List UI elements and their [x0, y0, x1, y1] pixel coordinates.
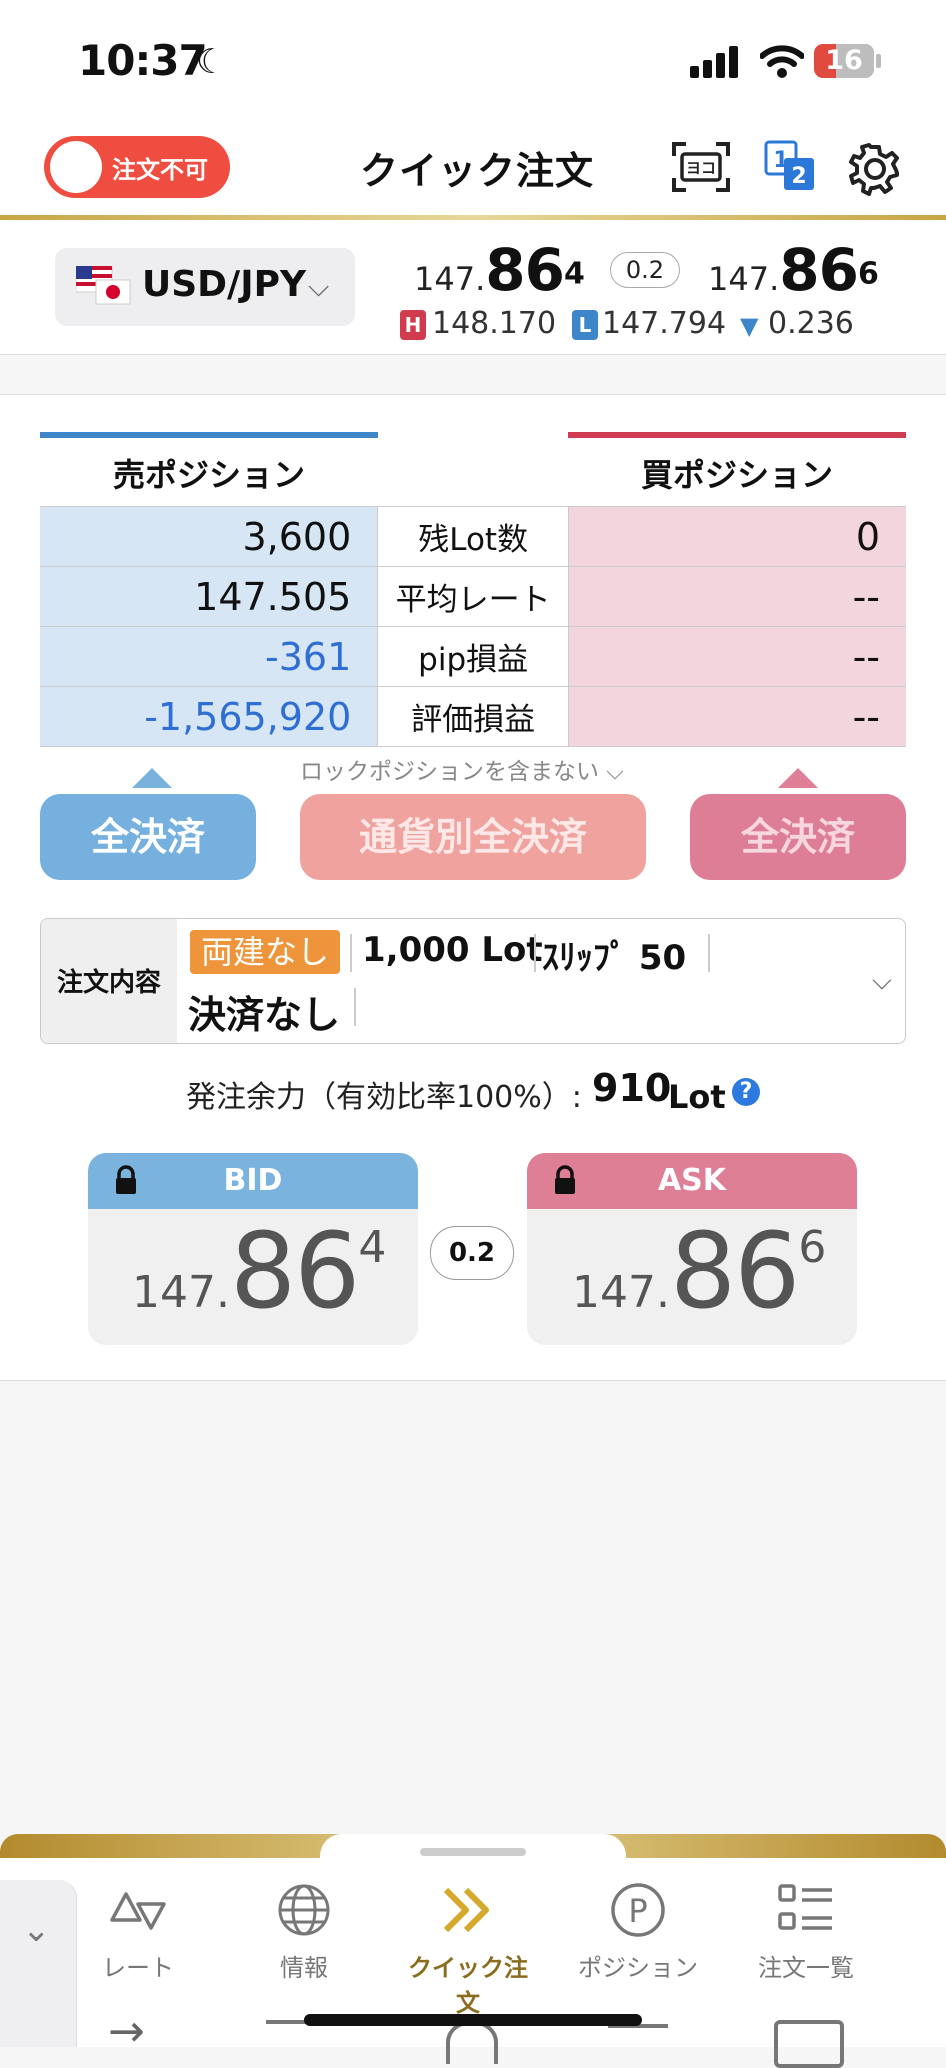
nav-label: 情報 [280, 1954, 328, 1982]
toggle-knob[interactable] [50, 141, 102, 193]
buy-pip-pl: -- [568, 626, 906, 687]
p-circle-icon: P [611, 1883, 665, 1937]
arrow-right-icon: → [108, 2006, 145, 2057]
moon-icon: ☾ [196, 42, 227, 82]
buy-valuation-pl: -- [568, 686, 906, 747]
high-badge: H [400, 310, 426, 340]
help-icon[interactable]: ? [732, 1078, 760, 1106]
currency-close-all-button[interactable]: 通貨別全決済 [300, 794, 646, 880]
nav-item-position[interactable]: P ポジション [568, 1880, 708, 1983]
ask-price[interactable]: 147.866 [572, 1210, 826, 1332]
sell-valuation-pl: -1,565,920 [40, 686, 378, 747]
chevron-down-icon: ⌵ [599, 759, 624, 785]
margin-unit: Lot [668, 1078, 726, 1116]
margin-label: 発注余力（有効比率100%）: [186, 1080, 582, 1115]
order-settle: 決済なし [188, 993, 341, 1037]
table-row: -1,565,920 評価損益 -- [40, 686, 906, 747]
buy-pointer [778, 768, 818, 788]
sell-close-all-button[interactable]: 全決済 [40, 794, 256, 880]
home-indicator[interactable] [304, 2014, 642, 2026]
margin-value: 910 [592, 1066, 672, 1110]
order-label: 注文内容 [56, 968, 161, 998]
nav-item-rate[interactable]: レート [68, 1880, 208, 1983]
table-row: 3,600 残Lot数 0 [40, 506, 906, 567]
collapse-down-icon: ⌄ [22, 1910, 51, 1950]
change-value: 0.236 [768, 306, 854, 341]
bid-price[interactable]: 147.864 [132, 1210, 386, 1332]
down-triangle-icon: ▼ [740, 312, 759, 340]
hedge-tag: 両建なし [190, 930, 340, 974]
battery-level: 16 [825, 45, 863, 76]
landscape-scan-icon[interactable]: ヨコ [672, 142, 730, 192]
position-table: 3,600 残Lot数 0 147.505 平均レート -- -361 pip損… [40, 506, 906, 747]
table-row: -361 pip損益 -- [40, 626, 906, 687]
nav-item-info[interactable]: 情報 [234, 1880, 374, 1983]
chevron-down-icon: ⌵ [308, 270, 330, 303]
nav-label: レート [102, 1954, 174, 1982]
chevron-down-icon[interactable]: ⌵ [872, 966, 892, 997]
wifi-icon [760, 45, 804, 78]
buy-avg-rate: -- [568, 566, 906, 627]
currency-pair-label: USD/JPY [142, 264, 307, 305]
buy-position-title: 買ポジション [640, 456, 833, 494]
lock-icon [116, 1165, 136, 1194]
spread-badge: 0.2 [610, 252, 680, 288]
order-slippage: ｽﾘｯﾌﾟ 50 [542, 938, 687, 978]
scan-text: ヨコ [686, 159, 716, 177]
buy-lots: 0 [568, 506, 906, 567]
sell-pointer [132, 768, 172, 788]
gear-icon[interactable] [848, 142, 902, 196]
rate-triangles-icon [110, 1892, 166, 1930]
double-chevron-icon [443, 1887, 489, 1933]
low-value: 147.794 [602, 306, 727, 341]
low-badge: L [572, 310, 598, 340]
status-time: 10:37 [78, 36, 208, 85]
divider [354, 988, 356, 1026]
row-label: 評価損益 [377, 686, 570, 747]
spread-badge: 0.2 [430, 1226, 514, 1280]
bid-rate-top: 147.864 [414, 236, 585, 304]
sell-avg-rate: 147.505 [40, 566, 378, 627]
buy-close-all-button[interactable]: 全決済 [690, 794, 906, 880]
ask-rate-top: 147.866 [708, 236, 879, 304]
svg-text:P: P [628, 1892, 647, 1930]
page-title: クイック注文 [360, 149, 595, 193]
svg-text:2: 2 [791, 164, 806, 189]
order-lot: 1,000 Lot [362, 930, 543, 970]
sell-pip-pl: -361 [40, 626, 378, 687]
usd-jpy-flag-icon [76, 266, 131, 305]
high-value: 148.170 [432, 306, 557, 341]
divider [534, 934, 536, 972]
row-label: 残Lot数 [377, 506, 570, 567]
battery-cap [876, 54, 881, 68]
dual-screen-icon[interactable]: 1 2 [764, 140, 816, 192]
sell-position-title: 売ポジション [112, 456, 305, 494]
search-icon [446, 2020, 498, 2064]
nav-label: 注文一覧 [758, 1954, 854, 1982]
lock-icon [555, 1165, 575, 1194]
card-icon [774, 2020, 844, 2068]
drag-grip[interactable] [420, 1848, 526, 1856]
lock-position-toggle[interactable]: ロックポジションを含まない ⌵ [300, 752, 624, 786]
sell-accent-bar [40, 432, 378, 438]
globe-icon [278, 1884, 330, 1936]
nav-label: クイック注文 [408, 1954, 528, 2017]
list-icon [778, 1884, 832, 1930]
nav-label: ポジション [578, 1954, 698, 1982]
divider [350, 934, 352, 972]
divider [708, 934, 710, 972]
nav-item-quick-order[interactable]: クイック注文 [398, 1880, 538, 2018]
buy-accent-bar [568, 432, 906, 438]
table-row: 147.505 平均レート -- [40, 566, 906, 627]
sell-lots: 3,600 [40, 506, 378, 567]
nav-item-order-list[interactable]: 注文一覧 [736, 1880, 876, 1983]
toggle-label: 注文不可 [112, 156, 208, 184]
nav-collapse-button[interactable] [0, 1880, 77, 2047]
row-label: pip損益 [377, 626, 570, 687]
row-label: 平均レート [377, 566, 570, 627]
signal-icon [690, 46, 738, 78]
